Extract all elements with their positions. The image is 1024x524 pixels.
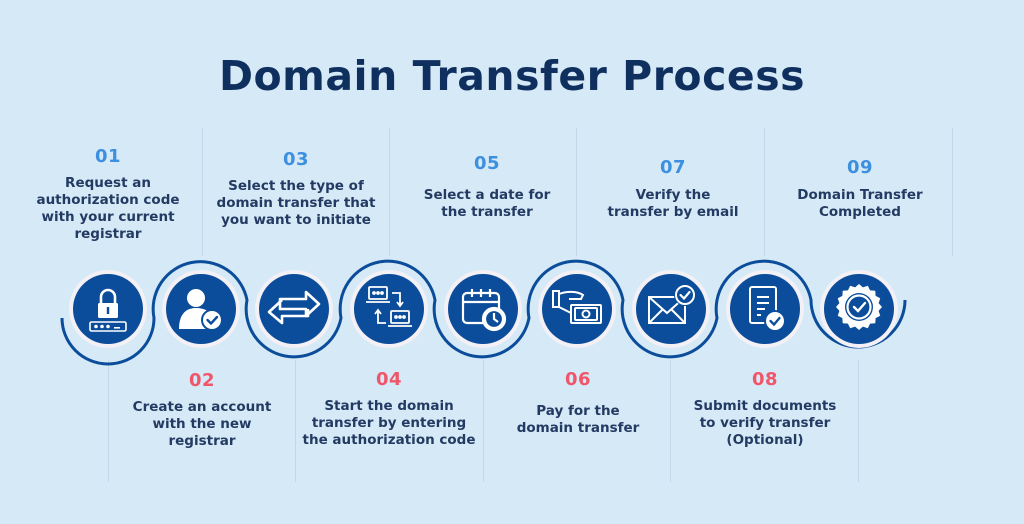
- process-diagram: [60, 259, 907, 366]
- step-circle-04: [354, 274, 424, 344]
- step-circle-05: [448, 274, 518, 344]
- badge-check-icon: [836, 284, 882, 330]
